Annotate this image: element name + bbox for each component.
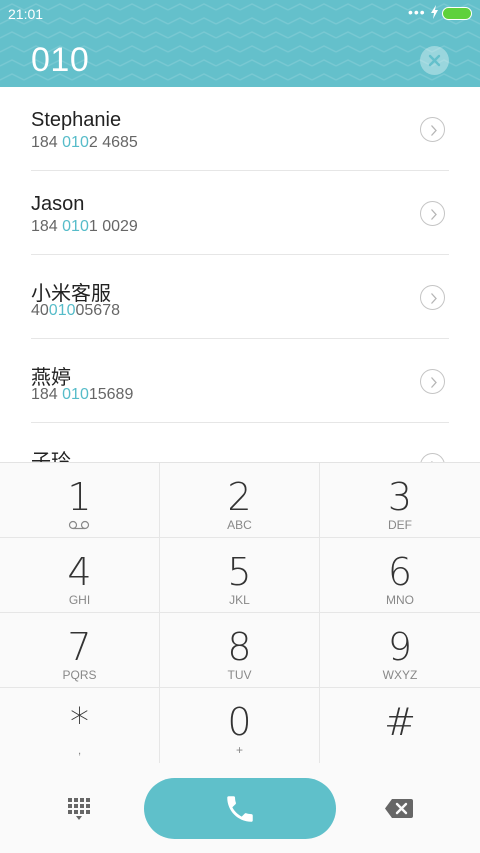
- contact-number: 184 0101 0029: [31, 218, 138, 236]
- number-match-highlight: 010: [48, 302, 76, 319]
- key-letters: PQRS: [62, 668, 97, 682]
- key-digit: 8: [227, 625, 252, 669]
- number-prefix: 184: [31, 218, 63, 235]
- call-button[interactable]: [144, 778, 336, 839]
- battery-icon: [442, 7, 472, 20]
- contact-number: 184 01015689: [31, 386, 133, 404]
- key-3[interactable]: 3 DEF: [320, 463, 480, 538]
- key-hash[interactable]: #: [320, 688, 480, 763]
- number-suffix: 1 0029: [88, 218, 138, 235]
- contact-name: Stephanie: [31, 109, 122, 131]
- key-digit: 6: [387, 550, 413, 594]
- phone-icon: [227, 796, 253, 822]
- key-1[interactable]: 1: [0, 463, 160, 538]
- more-dots-icon: •••: [408, 4, 426, 20]
- key-8[interactable]: 8 TUV: [160, 613, 320, 688]
- key-digit: 4: [67, 550, 92, 594]
- key-digit: 1: [67, 475, 92, 519]
- key-digit: #: [384, 700, 416, 744]
- contact-detail-button[interactable]: [420, 285, 445, 310]
- contact-row-jason[interactable]: Jason 184 0101 0029: [0, 171, 480, 255]
- contact-row-xiaomi-service[interactable]: 小米客服 4001005678: [0, 255, 480, 339]
- key-4[interactable]: 4 GHI: [0, 538, 160, 613]
- key-digit: 3: [387, 475, 413, 519]
- number-suffix: 2 4685: [88, 134, 138, 151]
- dialer-header: 21:01 ••• 010: [0, 0, 480, 87]
- contact-detail-button[interactable]: [420, 201, 445, 226]
- key-6[interactable]: 6 MNO: [320, 538, 480, 613]
- key-letters: GHI: [68, 593, 91, 607]
- key-digit: 5: [227, 550, 252, 594]
- number-prefix: 40: [31, 302, 49, 319]
- key-letters: ABC: [227, 518, 252, 532]
- dialpad-grid-icon[interactable]: [67, 797, 91, 821]
- contact-detail-button[interactable]: [420, 117, 445, 142]
- number-prefix: 184: [31, 134, 63, 151]
- key-letters: +: [235, 743, 243, 757]
- charging-icon: [431, 5, 438, 19]
- key-digit: 9: [387, 625, 413, 669]
- chevron-right-circle-icon: [431, 461, 433, 462]
- contact-number: 184 0102 4685: [31, 134, 138, 152]
- contact-row-ziling[interactable]: 子玲: [0, 423, 480, 462]
- key-2[interactable]: 2 ABC: [160, 463, 320, 538]
- key-7[interactable]: 7 PQRS: [0, 613, 160, 688]
- contact-detail-button[interactable]: [420, 453, 445, 462]
- chevron-right-circle-icon: [431, 209, 437, 220]
- clear-input-icon: [428, 54, 441, 67]
- clear-input-button[interactable]: [420, 46, 449, 75]
- number-match-highlight: 010: [62, 218, 89, 235]
- number-suffix: 05678: [75, 302, 121, 319]
- key-digit: *: [70, 700, 89, 744]
- key-5[interactable]: 5 JKL: [160, 538, 320, 613]
- number-suffix: 15689: [88, 386, 134, 403]
- key-9[interactable]: 9 WXYZ: [320, 613, 480, 688]
- key-letters: TUV: [227, 668, 252, 682]
- key-letters: ,: [77, 743, 82, 757]
- voicemail-icon: [68, 520, 90, 530]
- contact-name: Jason: [31, 193, 85, 215]
- dialed-number[interactable]: 010: [31, 41, 89, 80]
- key-star[interactable]: * ,: [0, 688, 160, 763]
- key-letters: DEF: [388, 518, 412, 532]
- key-digit: 2: [227, 475, 252, 519]
- number-match-highlight: 010: [62, 386, 89, 403]
- contact-name: 子玲: [31, 451, 71, 462]
- status-bar: 21:01 •••: [0, 0, 480, 28]
- key-letters: MNO: [386, 593, 414, 607]
- dialpad: 1 2 ABC 3 DEF 4 GHI 5 JKL 6 MNO 7 PQRS 8…: [0, 462, 480, 765]
- key-letters: JKL: [229, 593, 250, 607]
- key-digit: 7: [67, 625, 92, 669]
- chevron-right-circle-icon: [431, 125, 437, 136]
- key-0[interactable]: 0 +: [160, 688, 320, 763]
- number-prefix: 184: [31, 386, 63, 403]
- contact-row-yanting[interactable]: 燕婷 184 01015689: [0, 339, 480, 423]
- chevron-right-circle-icon: [431, 377, 437, 388]
- contact-row-stephanie[interactable]: Stephanie 184 0102 4685: [0, 87, 480, 171]
- chevron-right-circle-icon: [431, 293, 437, 304]
- backspace-icon[interactable]: [384, 798, 414, 819]
- key-letters: WXYZ: [382, 668, 418, 682]
- key-digit: 0: [227, 700, 252, 744]
- contact-number: 4001005678: [31, 302, 120, 320]
- number-match-highlight: 010: [62, 134, 89, 151]
- status-time: 21:01: [8, 6, 44, 22]
- contact-detail-button[interactable]: [420, 369, 445, 394]
- contact-results-list[interactable]: Stephanie 184 0102 4685 Jason 184 0101 0…: [0, 87, 480, 462]
